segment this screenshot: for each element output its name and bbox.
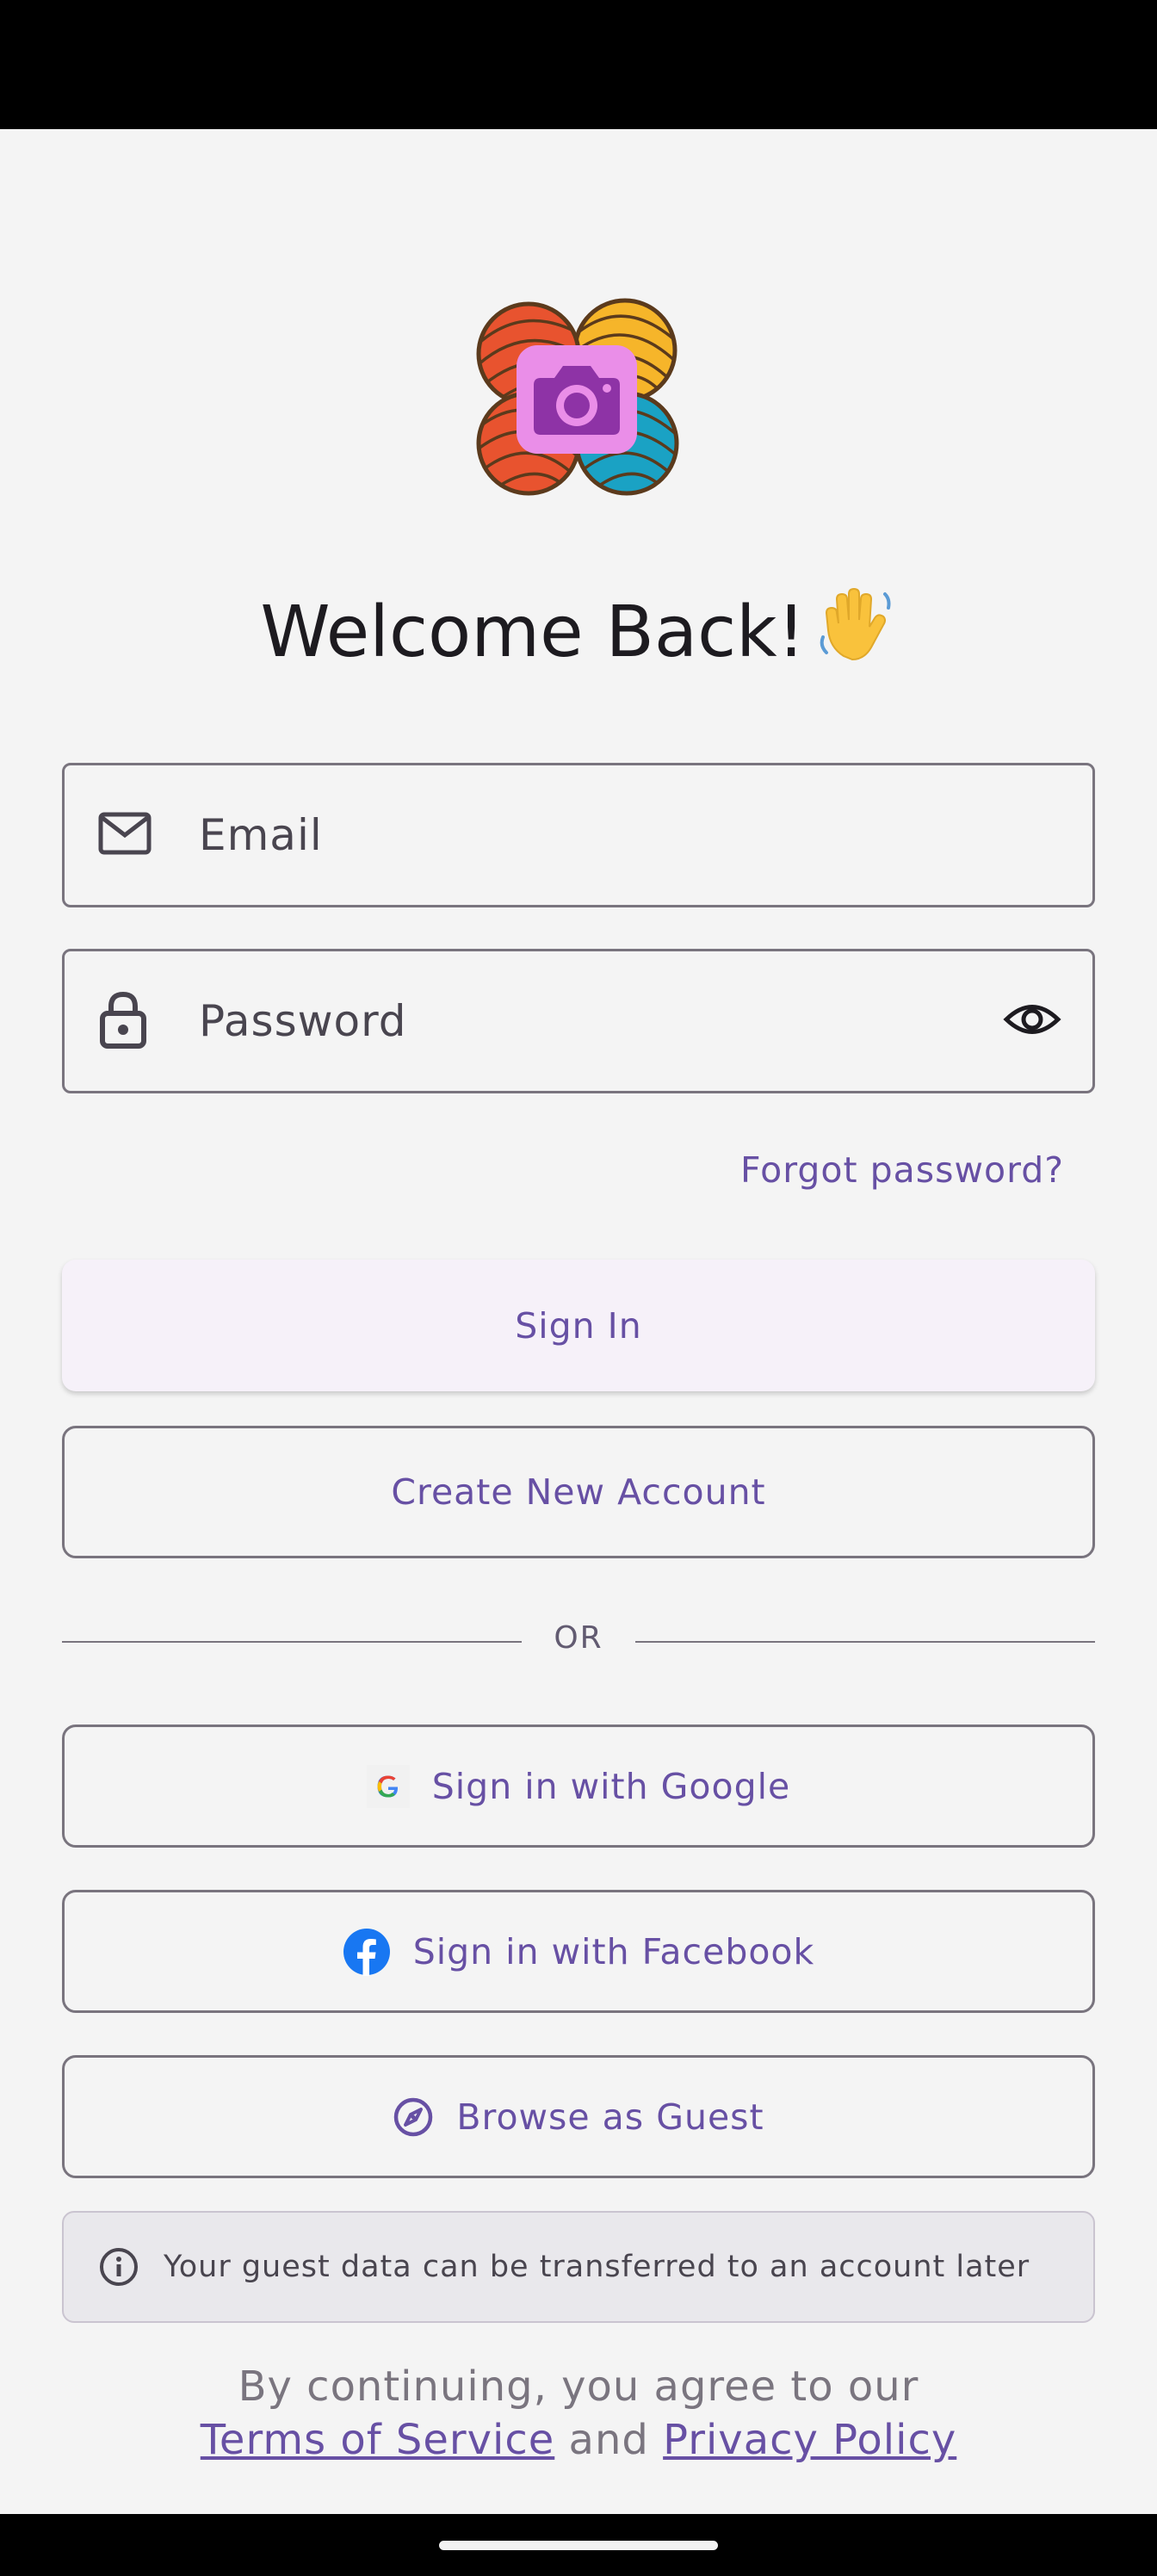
password-field[interactable]: Password — [62, 949, 1095, 1093]
app-logo — [472, 297, 685, 500]
browse-as-guest-label: Browse as Guest — [456, 2096, 764, 2138]
email-field[interactable]: Email — [62, 763, 1095, 907]
compass-icon — [393, 2096, 434, 2138]
facebook-sign-in-button[interactable]: Sign in with Facebook — [62, 1890, 1095, 2013]
guest-info-text: Your guest data can be transferred to an… — [164, 2250, 1030, 2284]
welcome-title: Welcome Back! — [260, 591, 806, 673]
privacy-policy-link[interactable]: Privacy Policy — [663, 2416, 956, 2464]
terms-and-text: and — [568, 2416, 649, 2464]
home-gesture-handle[interactable] — [439, 2541, 718, 2550]
info-icon — [98, 2246, 139, 2288]
eye-icon[interactable] — [1003, 1000, 1061, 1043]
status-bar — [0, 0, 1157, 129]
facebook-sign-in-label: Sign in with Facebook — [412, 1930, 815, 1972]
create-account-button[interactable]: Create New Account — [62, 1426, 1095, 1558]
google-icon — [366, 1764, 410, 1808]
guest-info-banner: Your guest data can be transferred to an… — [62, 2211, 1095, 2323]
facebook-icon — [343, 1928, 391, 1976]
divider-right — [635, 1641, 1095, 1643]
create-account-label: Create New Account — [391, 1471, 766, 1513]
sign-in-label: Sign In — [515, 1304, 642, 1347]
google-sign-in-button[interactable]: Sign in with Google — [62, 1725, 1095, 1848]
mail-icon — [97, 811, 152, 859]
sign-in-button[interactable]: Sign In — [62, 1260, 1095, 1391]
password-placeholder: Password — [199, 996, 407, 1046]
forgot-password-link[interactable]: Forgot password? — [740, 1149, 1064, 1191]
email-placeholder: Email — [199, 810, 323, 860]
welcome-heading: Welcome Back! — [0, 584, 1157, 678]
waving-hand-icon — [818, 584, 897, 663]
terms-notice: By continuing, you agree to our — [238, 2362, 919, 2411]
lock-icon — [97, 989, 149, 1053]
terms-of-service-link[interactable]: Terms of Service — [201, 2416, 555, 2464]
or-divider-text: OR — [554, 1620, 603, 1656]
google-sign-in-label: Sign in with Google — [431, 1765, 791, 1807]
terms-links-line: Terms of Service and Privacy Policy — [0, 2416, 1157, 2464]
browse-as-guest-button[interactable]: Browse as Guest — [62, 2055, 1095, 2178]
divider-left — [62, 1641, 522, 1643]
